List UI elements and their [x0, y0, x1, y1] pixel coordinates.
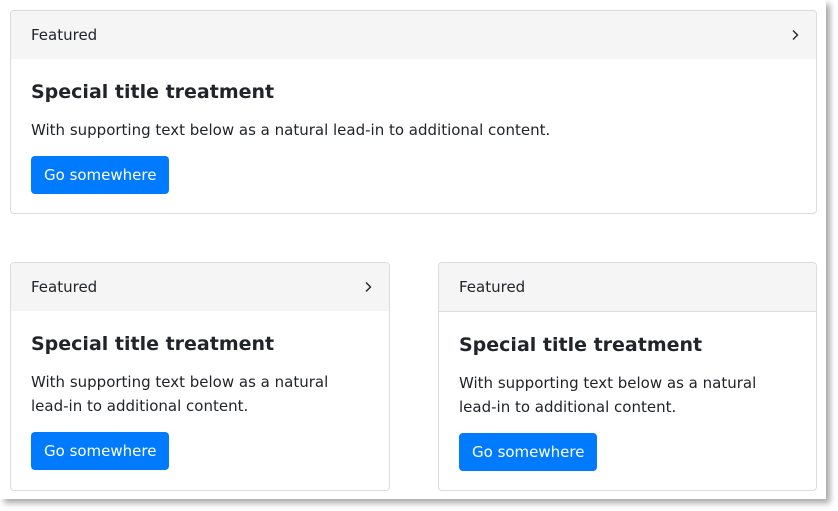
go-somewhere-button[interactable]: Go somewhere — [31, 156, 170, 194]
card-title: Special title treatment — [31, 333, 275, 355]
go-somewhere-button[interactable]: Go somewhere — [459, 433, 598, 471]
card-title: Special title treatment — [459, 334, 703, 356]
card-header-label: Featured — [459, 278, 526, 296]
go-somewhere-button[interactable]: Go somewhere — [31, 432, 170, 470]
card-body: Special title treatment With supporting … — [11, 59, 816, 213]
card-header-label: Featured — [31, 278, 98, 296]
card-header: Featured — [439, 263, 816, 312]
featured-card-wide: Featured Special title treatment With su… — [10, 10, 817, 214]
canvas: Featured Special title treatment With su… — [0, 0, 826, 499]
featured-card-right: Featured Special title treatment With su… — [438, 262, 817, 491]
card-header[interactable]: Featured — [11, 263, 389, 311]
featured-card-left: Featured Special title treatment With su… — [10, 262, 390, 491]
card-header-label: Featured — [31, 26, 98, 44]
chevron-right-icon[interactable] — [788, 28, 802, 42]
card-header[interactable]: Featured — [11, 11, 816, 59]
card-body: Special title treatment With supporting … — [439, 312, 816, 490]
card-text: With supporting text below as a natural … — [31, 121, 551, 139]
card-body: Special title treatment With supporting … — [11, 311, 389, 490]
chevron-right-icon[interactable] — [361, 280, 375, 294]
card-text: With supporting text below as a natural … — [459, 374, 757, 416]
card-title: Special title treatment — [31, 81, 275, 103]
card-text: With supporting text below as a natural … — [31, 373, 329, 415]
